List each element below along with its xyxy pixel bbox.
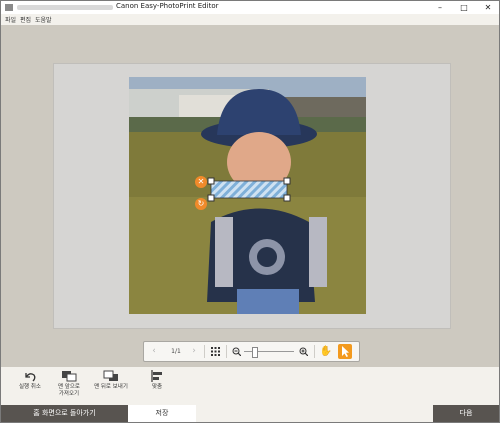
menu-bar: 파일 편집 도움말 (1, 14, 499, 25)
app-icon (5, 4, 13, 11)
window-title: Canon Easy-PhotoPrint Editor (116, 2, 219, 10)
bring-to-front-icon (62, 371, 77, 382)
grid-view-icon[interactable] (208, 342, 222, 361)
select-tool-icon[interactable] (338, 344, 352, 359)
zoom-in-icon[interactable] (297, 342, 309, 361)
menu-edit[interactable]: 편집 (20, 15, 31, 24)
align-button[interactable]: 맞춤 (130, 370, 184, 391)
menu-file[interactable]: 파일 (5, 15, 16, 24)
divider (226, 345, 227, 358)
delete-sticker-icon[interactable]: ✕ (195, 176, 207, 188)
maximize-button[interactable]: □ (453, 1, 475, 14)
align-label: 맞춤 (151, 384, 163, 390)
footer-bar: 홈 화면으로 돌아가기 저장 다음 (1, 405, 499, 422)
minimize-button[interactable]: – (429, 1, 451, 14)
hand-tool-icon[interactable]: ✋ (318, 342, 334, 361)
send-to-back-icon (103, 370, 118, 381)
align-icon (151, 370, 162, 382)
title-bar: Canon Easy-PhotoPrint Editor – □ ✕ (1, 1, 499, 14)
zoom-out-icon[interactable] (230, 342, 242, 361)
rotate-sticker-icon[interactable]: ↻ (195, 198, 207, 210)
back-to-home-button[interactable]: 홈 화면으로 돌아가기 (1, 405, 128, 422)
photo-image[interactable]: ✕ ↻ (129, 77, 366, 314)
save-button[interactable]: 저장 (128, 405, 196, 422)
app-window: Canon Easy-PhotoPrint Editor – □ ✕ 파일 편집… (0, 0, 500, 423)
prev-page-icon[interactable]: ‹ (148, 342, 160, 361)
next-page-icon[interactable]: › (188, 342, 200, 361)
page-indicator: 1/1 (171, 348, 181, 355)
edit-tool-panel: 실행 취소 맨 앞으로 가져오기 맨 뒤로 보내기 맞춤 (1, 367, 499, 405)
close-button[interactable]: ✕ (477, 1, 499, 14)
zoom-slider-thumb[interactable] (252, 347, 258, 358)
divider (314, 345, 315, 358)
paper-preview: ✕ ↻ (53, 63, 451, 329)
zoom-toolbar: ‹ 1/1 › ✋ (143, 341, 360, 362)
divider (204, 345, 205, 358)
next-button[interactable]: 다음 (433, 405, 499, 422)
undo-icon (25, 373, 36, 382)
menu-help[interactable]: 도움말 (35, 15, 52, 24)
blurred-title-prefix (17, 5, 113, 10)
